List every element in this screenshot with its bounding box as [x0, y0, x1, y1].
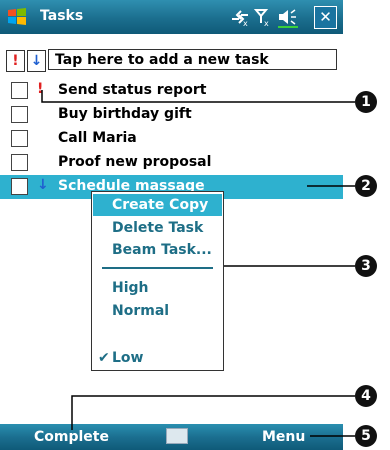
callout-3: 3 — [355, 255, 377, 277]
callout-1: 1 — [355, 91, 377, 113]
callout-5: 5 — [355, 425, 377, 447]
callout-4: 4 — [355, 385, 377, 407]
callout-2: 2 — [355, 175, 377, 197]
callout-lines — [41, 90, 355, 437]
